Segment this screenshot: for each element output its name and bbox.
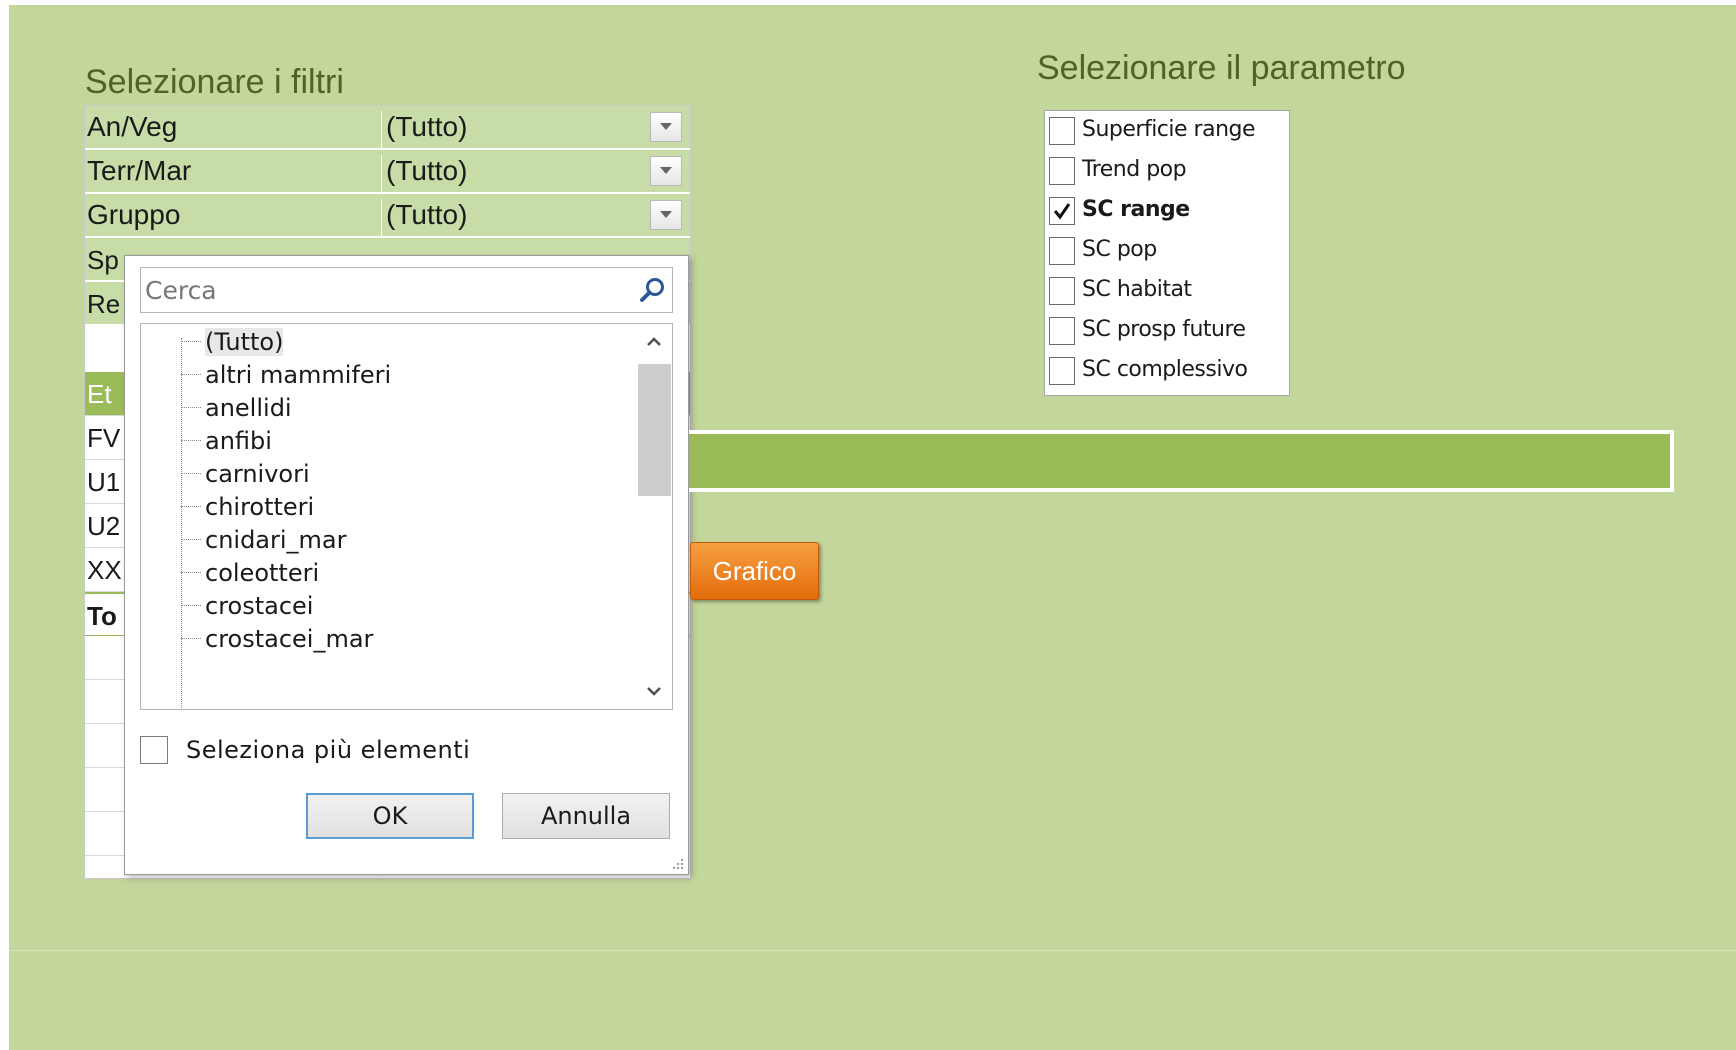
tree-connector bbox=[181, 472, 201, 474]
list-item-label: crostacei bbox=[205, 592, 314, 620]
list-item[interactable]: crostacei bbox=[181, 588, 621, 624]
filter-label: Gruppo bbox=[87, 199, 181, 230]
list-item[interactable]: anfibi bbox=[181, 423, 621, 459]
checkbox[interactable] bbox=[1049, 117, 1075, 145]
scroll-up-button[interactable] bbox=[636, 324, 672, 360]
parameter-option-sc-complessivo[interactable]: SC complessivo bbox=[1049, 354, 1285, 390]
parameter-option-trend-pop[interactable]: Trend pop bbox=[1049, 154, 1285, 190]
parameter-option-sc-range[interactable]: SC range bbox=[1049, 194, 1285, 230]
search-input[interactable] bbox=[145, 272, 615, 308]
list-item[interactable]: anellidi bbox=[181, 390, 621, 426]
tree-connector bbox=[181, 406, 201, 408]
multi-select-option[interactable]: Seleziona più elementi bbox=[140, 732, 640, 772]
list-item[interactable]: carnivori bbox=[181, 456, 621, 492]
chevron-down-icon bbox=[660, 211, 672, 218]
filters-section-title: Selezionare i filtri bbox=[85, 63, 344, 101]
partial-row-text: XX bbox=[87, 555, 122, 585]
list-item-label: cnidari_mar bbox=[205, 526, 347, 554]
filter-row-terr-mar: Terr/Mar (Tutto) bbox=[85, 150, 690, 195]
list-item[interactable]: altri mammiferi bbox=[181, 357, 621, 393]
list-item-label: chirotteri bbox=[205, 493, 315, 521]
partial-row-text: U1 bbox=[87, 467, 121, 497]
search-icon[interactable] bbox=[638, 276, 666, 304]
cancel-button[interactable]: Annulla bbox=[502, 793, 670, 839]
chevron-down-icon bbox=[647, 687, 661, 696]
parameter-list: Superficie range Trend pop SC range SC p… bbox=[1044, 110, 1290, 396]
list-item-label: carnivori bbox=[205, 460, 310, 488]
filter-value: (Tutto) bbox=[381, 155, 616, 195]
parameter-label: SC prosp future bbox=[1082, 317, 1246, 342]
slide-canvas: Selezionare i filtri Selezionare il para… bbox=[9, 5, 1736, 1050]
list-item-label: anellidi bbox=[205, 394, 292, 422]
multi-select-checkbox[interactable] bbox=[140, 736, 168, 764]
parameter-option-sc-prosp-future[interactable]: SC prosp future bbox=[1049, 314, 1285, 350]
parameter-label: Trend pop bbox=[1082, 157, 1187, 182]
tree-connector bbox=[181, 637, 201, 639]
tree-connector bbox=[181, 604, 201, 606]
partial-row-text: Sp bbox=[87, 245, 119, 275]
partial-row-text: Et bbox=[87, 379, 112, 409]
dropdown-arrow-button[interactable] bbox=[650, 200, 682, 230]
list-item[interactable]: (Tutto) bbox=[181, 324, 621, 360]
scroll-down-button[interactable] bbox=[636, 673, 672, 709]
list-item[interactable]: chirotteri bbox=[181, 489, 621, 525]
tree-connector bbox=[181, 571, 201, 573]
tree-connector bbox=[181, 340, 201, 342]
list-item-label: coleotteri bbox=[205, 559, 320, 587]
partial-row-text: To bbox=[87, 601, 117, 631]
parameter-label: SC range bbox=[1082, 197, 1190, 222]
tree-connector bbox=[181, 439, 201, 441]
filter-row-gruppo: Gruppo (Tutto) bbox=[85, 194, 690, 239]
checkbox[interactable] bbox=[1049, 317, 1075, 345]
checkmark-icon bbox=[1053, 203, 1071, 220]
chart-button[interactable]: Grafico bbox=[690, 542, 819, 600]
parameter-option-sc-pop[interactable]: SC pop bbox=[1049, 234, 1285, 270]
parameter-option-superficie-range[interactable]: Superficie range bbox=[1049, 114, 1285, 150]
partial-row-text: U2 bbox=[87, 511, 121, 541]
list-item[interactable]: cnidari_mar bbox=[181, 522, 621, 558]
filter-label: An/Veg bbox=[87, 111, 178, 142]
filter-label: Terr/Mar bbox=[87, 155, 192, 186]
chevron-down-icon bbox=[660, 167, 672, 174]
checkbox[interactable] bbox=[1049, 277, 1075, 305]
scrollbar-thumb[interactable] bbox=[638, 364, 671, 496]
list-item[interactable]: crostacei_mar bbox=[181, 621, 621, 657]
resize-grip-icon[interactable] bbox=[670, 856, 684, 870]
partial-row-text: FV bbox=[87, 423, 121, 453]
footer-divider bbox=[9, 950, 1736, 951]
list-item-label: crostacei_mar bbox=[205, 625, 374, 653]
filter-row-an-veg: An/Veg (Tutto) bbox=[85, 106, 690, 151]
search-box bbox=[140, 267, 673, 313]
list-item[interactable]: coleotteri bbox=[181, 555, 621, 591]
parameter-section-title: Selezionare il parametro bbox=[1037, 49, 1406, 87]
list-item-label: anfibi bbox=[205, 427, 272, 455]
chart-header-band bbox=[689, 430, 1674, 492]
tree-connector bbox=[181, 538, 201, 540]
parameter-label: SC habitat bbox=[1082, 277, 1192, 302]
parameter-option-sc-habitat[interactable]: SC habitat bbox=[1049, 274, 1285, 310]
dropdown-arrow-button[interactable] bbox=[650, 112, 682, 142]
checkbox[interactable] bbox=[1049, 237, 1075, 265]
list-item-label: (Tutto) bbox=[205, 328, 284, 356]
ok-button[interactable]: OK bbox=[306, 793, 474, 839]
filter-value: (Tutto) bbox=[381, 199, 616, 239]
chevron-up-icon bbox=[647, 337, 661, 346]
parameter-label: Superficie range bbox=[1082, 117, 1256, 142]
multi-select-label: Seleziona più elementi bbox=[186, 736, 471, 764]
list-item-label: altri mammiferi bbox=[205, 361, 392, 389]
filter-value: (Tutto) bbox=[381, 111, 616, 151]
filter-values-list: (Tutto) altri mammiferi anellidi anfibi … bbox=[140, 323, 673, 710]
filter-dropdown-popup: (Tutto) altri mammiferi anellidi anfibi … bbox=[124, 255, 689, 875]
tree-connector bbox=[181, 373, 201, 375]
chevron-down-icon bbox=[660, 123, 672, 130]
dropdown-arrow-button[interactable] bbox=[650, 156, 682, 186]
parameter-label: SC pop bbox=[1082, 237, 1157, 262]
tree-connector bbox=[181, 505, 201, 507]
checkbox[interactable] bbox=[1049, 157, 1075, 185]
checkbox-checked[interactable] bbox=[1049, 197, 1075, 225]
parameter-label: SC complessivo bbox=[1082, 357, 1248, 382]
partial-row-text: Re bbox=[87, 289, 121, 319]
list-scrollbar[interactable] bbox=[636, 324, 672, 709]
checkbox[interactable] bbox=[1049, 357, 1075, 385]
